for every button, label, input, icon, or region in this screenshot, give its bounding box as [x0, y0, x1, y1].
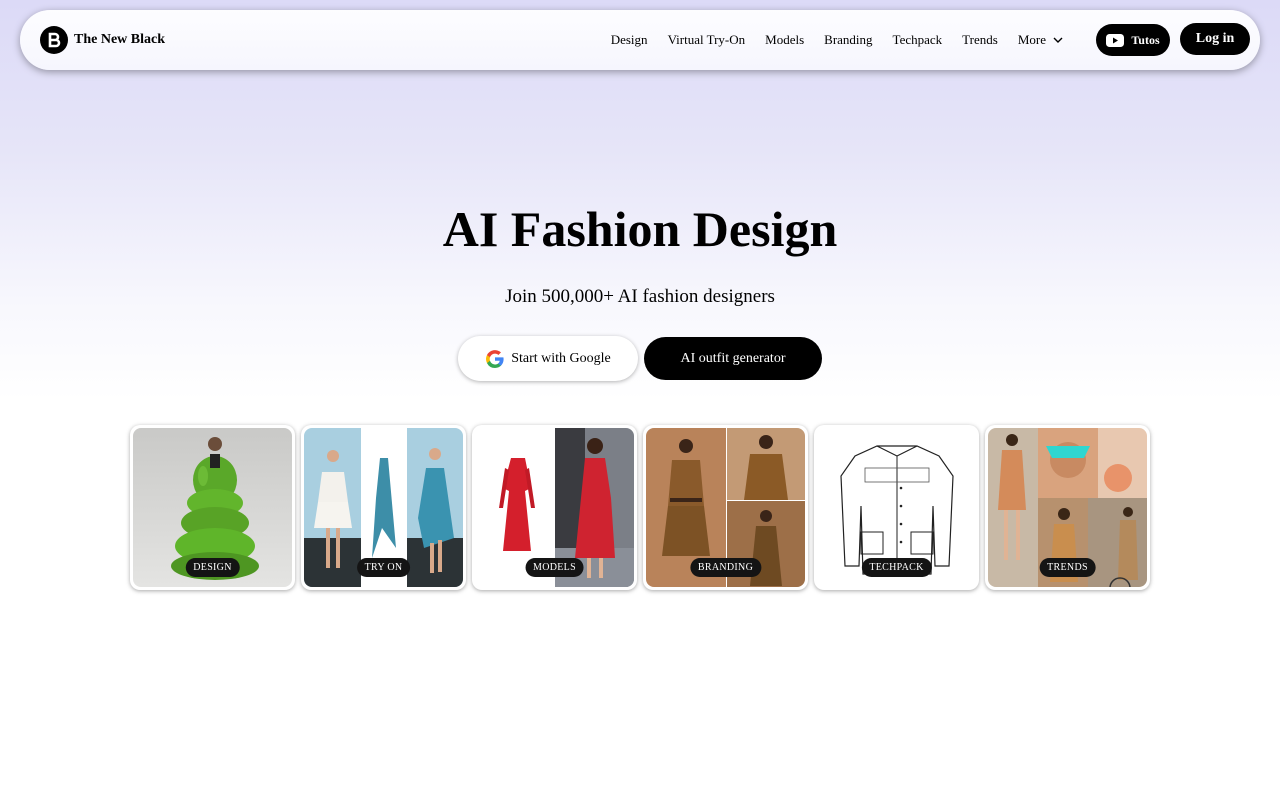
- card-models-label: MODELS: [525, 558, 584, 577]
- card-trends-image: TRENDS: [988, 428, 1147, 587]
- card-models[interactable]: MODELS: [472, 425, 637, 590]
- cta-row: Start with Google AI outfit generator: [458, 336, 822, 381]
- nav-more-label: More: [1017, 32, 1046, 47]
- card-design-label: DESIGN: [185, 558, 240, 577]
- start-with-google-button[interactable]: Start with Google: [458, 336, 638, 381]
- google-icon: [486, 349, 504, 368]
- card-models-image: MODELS: [475, 428, 634, 587]
- nav-more-dropdown[interactable]: More: [1008, 32, 1074, 48]
- login-button[interactable]: Log in: [1180, 23, 1250, 55]
- card-design[interactable]: DESIGN: [130, 425, 295, 590]
- brand-name: The New Black: [74, 32, 165, 47]
- card-techpack-label: TECHPACK: [861, 558, 932, 577]
- tutos-button[interactable]: Tutos: [1096, 24, 1170, 56]
- card-try-on-image: TRY ON: [304, 428, 463, 587]
- card-branding-label: BRANDING: [689, 558, 762, 577]
- brand-logo-icon: [40, 26, 68, 54]
- nav-models[interactable]: Models: [755, 32, 814, 48]
- ai-outfit-generator-button[interactable]: AI outfit generator: [644, 337, 822, 380]
- feature-cards: DESIGN TRY ON MODELS BRANDING TECHPACK T…: [130, 425, 1150, 590]
- top-nav-bar: The New Black Design Virtual Try-On Mode…: [20, 10, 1260, 70]
- youtube-icon: [1106, 33, 1125, 47]
- card-trends-label: TRENDS: [1039, 558, 1096, 577]
- nav-virtual-try-on[interactable]: Virtual Try-On: [658, 32, 756, 48]
- brand-logo[interactable]: The New Black: [40, 26, 165, 54]
- card-branding-image: BRANDING: [646, 428, 805, 587]
- nav-trends[interactable]: Trends: [952, 32, 1008, 48]
- main-nav: Design Virtual Try-On Models Branding Te…: [601, 32, 1074, 48]
- nav-branding[interactable]: Branding: [814, 32, 882, 48]
- card-try-on-label: TRY ON: [356, 558, 411, 577]
- nav-techpack[interactable]: Techpack: [883, 32, 953, 48]
- card-trends[interactable]: TRENDS: [985, 425, 1150, 590]
- hero-subtitle: Join 500,000+ AI fashion designers: [505, 286, 775, 307]
- tutos-label: Tutos: [1131, 32, 1160, 47]
- chevron-down-icon: [1053, 37, 1063, 43]
- start-with-google-label: Start with Google: [511, 350, 611, 366]
- card-techpack-image: TECHPACK: [817, 428, 976, 587]
- card-techpack[interactable]: TECHPACK: [814, 425, 979, 590]
- card-try-on[interactable]: TRY ON: [301, 425, 466, 590]
- hero-title: AI Fashion Design: [442, 201, 838, 257]
- nav-design[interactable]: Design: [601, 32, 658, 48]
- card-design-image: DESIGN: [133, 428, 292, 587]
- card-branding[interactable]: BRANDING: [643, 425, 808, 590]
